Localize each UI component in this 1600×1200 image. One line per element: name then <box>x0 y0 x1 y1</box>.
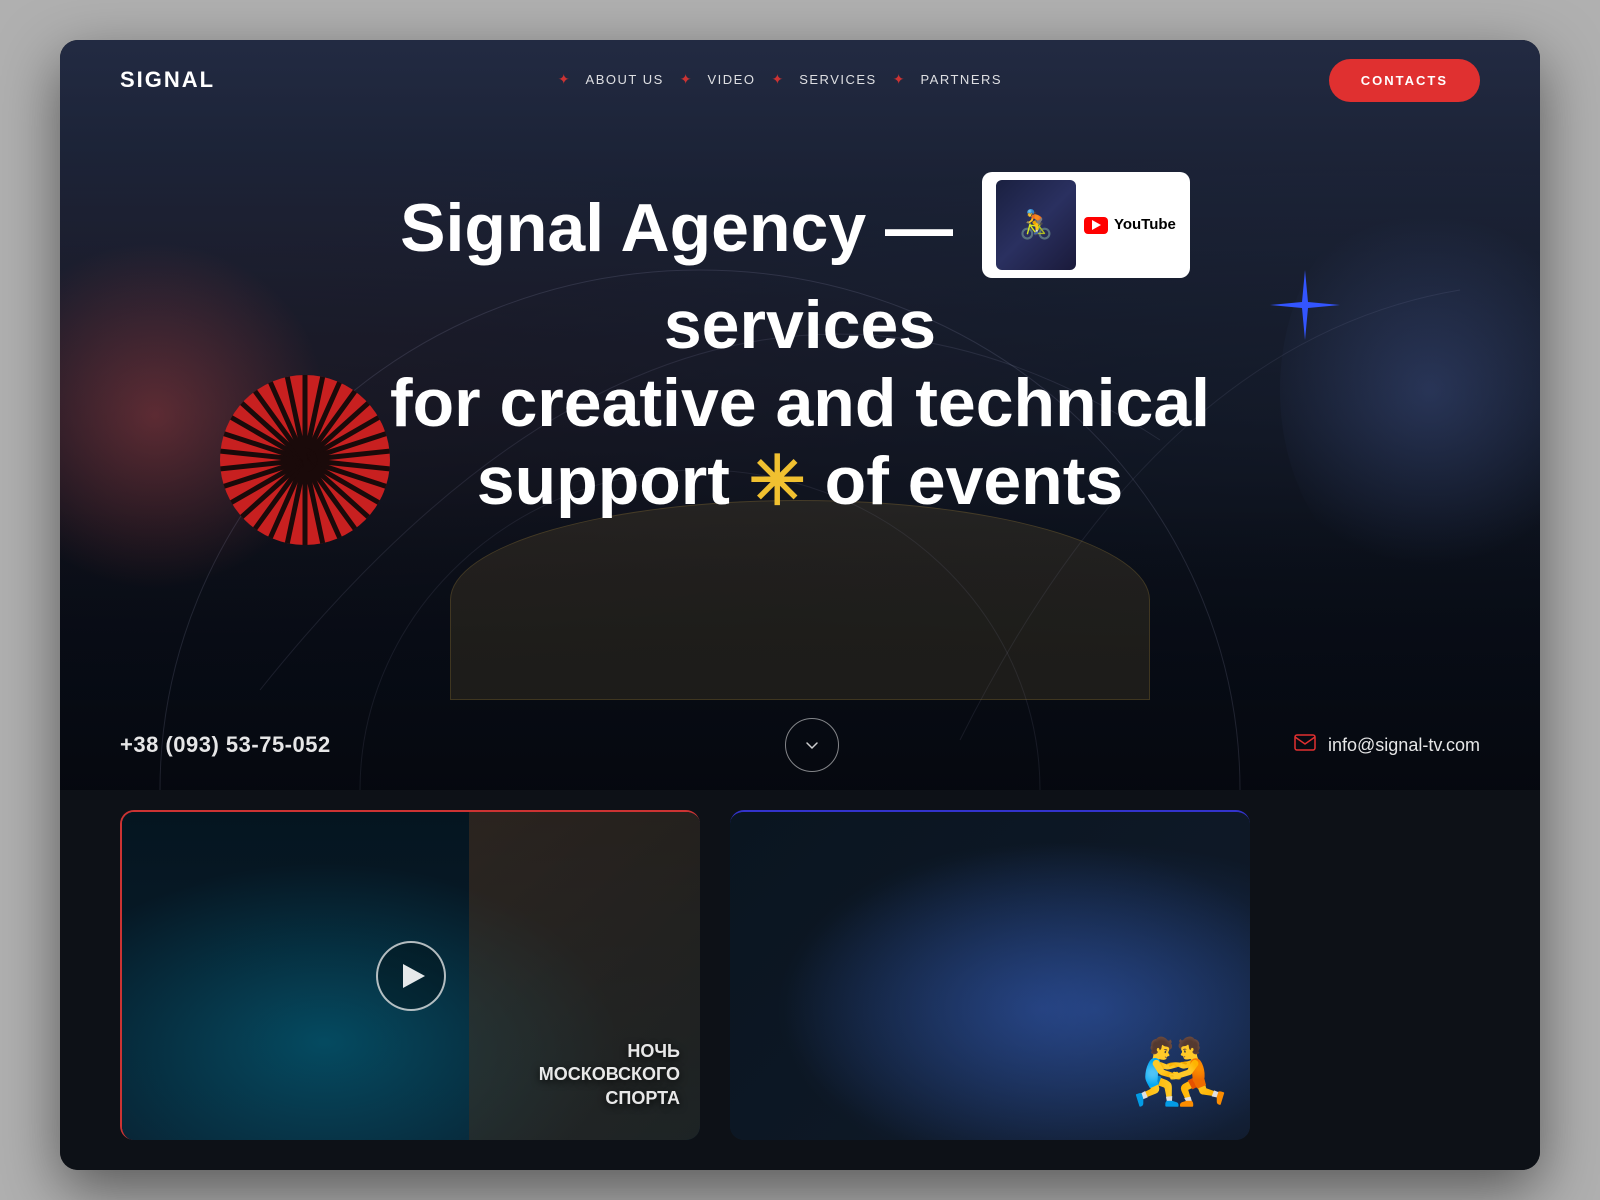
nav-links: ✦ ABOUT US ✦ VIDEO ✦ SERVICES ✦ <box>542 71 1002 89</box>
phone-prefix: +38 (093) <box>120 732 226 757</box>
nav-link-partners[interactable]: PARTNERS <box>920 72 1002 87</box>
video-title-cyrillic: НОЧЬ МОСКОВСКОГО СПОРТА <box>539 1040 680 1110</box>
youtube-card-inner: YouTube <box>996 180 1176 270</box>
videos-section: НОЧЬ МОСКОВСКОГО СПОРТА <box>60 790 1540 1170</box>
nav-divider-4: ✦ <box>877 71 921 89</box>
play-button-left[interactable] <box>376 941 446 1011</box>
nav-item-about[interactable]: ABOUT US <box>586 71 664 89</box>
scroll-down-button[interactable] <box>785 718 839 772</box>
hero-section: SiGNAL ✦ ABOUT US ✦ VIDEO ✦ <box>60 40 1540 790</box>
hero-title-part5: of events <box>825 443 1124 519</box>
nav-divider-1: ✦ <box>542 71 586 89</box>
nav-divider-3: ✦ <box>755 71 799 89</box>
nav-link-video[interactable]: VIDEO <box>708 72 756 87</box>
youtube-icon <box>1084 217 1108 234</box>
hero-title-part3: for creative and technical <box>390 365 1210 441</box>
video-card-right[interactable] <box>730 810 1250 1140</box>
nav-link-services[interactable]: SERVICES <box>799 72 877 87</box>
video-text-overlay: НОЧЬ МОСКОВСКОГО СПОРТА <box>539 1040 680 1110</box>
nav-item-services[interactable]: SERVICES <box>799 71 877 89</box>
email-icon <box>1294 734 1316 757</box>
contacts-button[interactable]: CONTACTS <box>1329 59 1480 102</box>
yellow-star: ✳ <box>749 443 825 519</box>
hero-title-part4: support <box>477 443 730 519</box>
youtube-text: YouTube <box>1114 216 1176 233</box>
phone-main: 53-75-052 <box>226 732 331 757</box>
navbar: SiGNAL ✦ ABOUT US ✦ VIDEO ✦ <box>60 40 1540 120</box>
youtube-card[interactable]: YouTube <box>982 172 1190 278</box>
video-card-left[interactable]: НОЧЬ МОСКОВСКОГО СПОРТА <box>120 810 700 1140</box>
nav-divider-2: ✦ <box>664 71 708 89</box>
hero-title: Signal Agency — YouTube services <box>350 180 1250 521</box>
hero-title-part1: Signal Agency — <box>400 190 953 266</box>
email-text: info@signal-tv.com <box>1328 735 1480 756</box>
phone-number: +38 (093) 53-75-052 <box>120 732 331 758</box>
nav-link-about[interactable]: ABOUT US <box>586 72 664 87</box>
youtube-thumbnail <box>996 180 1076 270</box>
nav-item-partners[interactable]: PARTNERS <box>920 71 1002 89</box>
hero-content: Signal Agency — YouTube services <box>60 120 1540 561</box>
email-contact: info@signal-tv.com <box>1294 734 1480 757</box>
youtube-logo-area: YouTube <box>1084 216 1176 233</box>
hero-title-part2: services <box>664 287 936 363</box>
youtube-logo: YouTube <box>1084 216 1176 233</box>
hero-bottom-bar: +38 (093) 53-75-052 info@signal-tv.com <box>60 700 1540 790</box>
site-logo[interactable]: SiGNAL <box>120 67 215 93</box>
browser-frame: SiGNAL ✦ ABOUT US ✦ VIDEO ✦ <box>60 40 1540 1170</box>
logo-text: SiGNAL <box>120 67 215 92</box>
nav-item-video[interactable]: VIDEO <box>708 71 756 89</box>
